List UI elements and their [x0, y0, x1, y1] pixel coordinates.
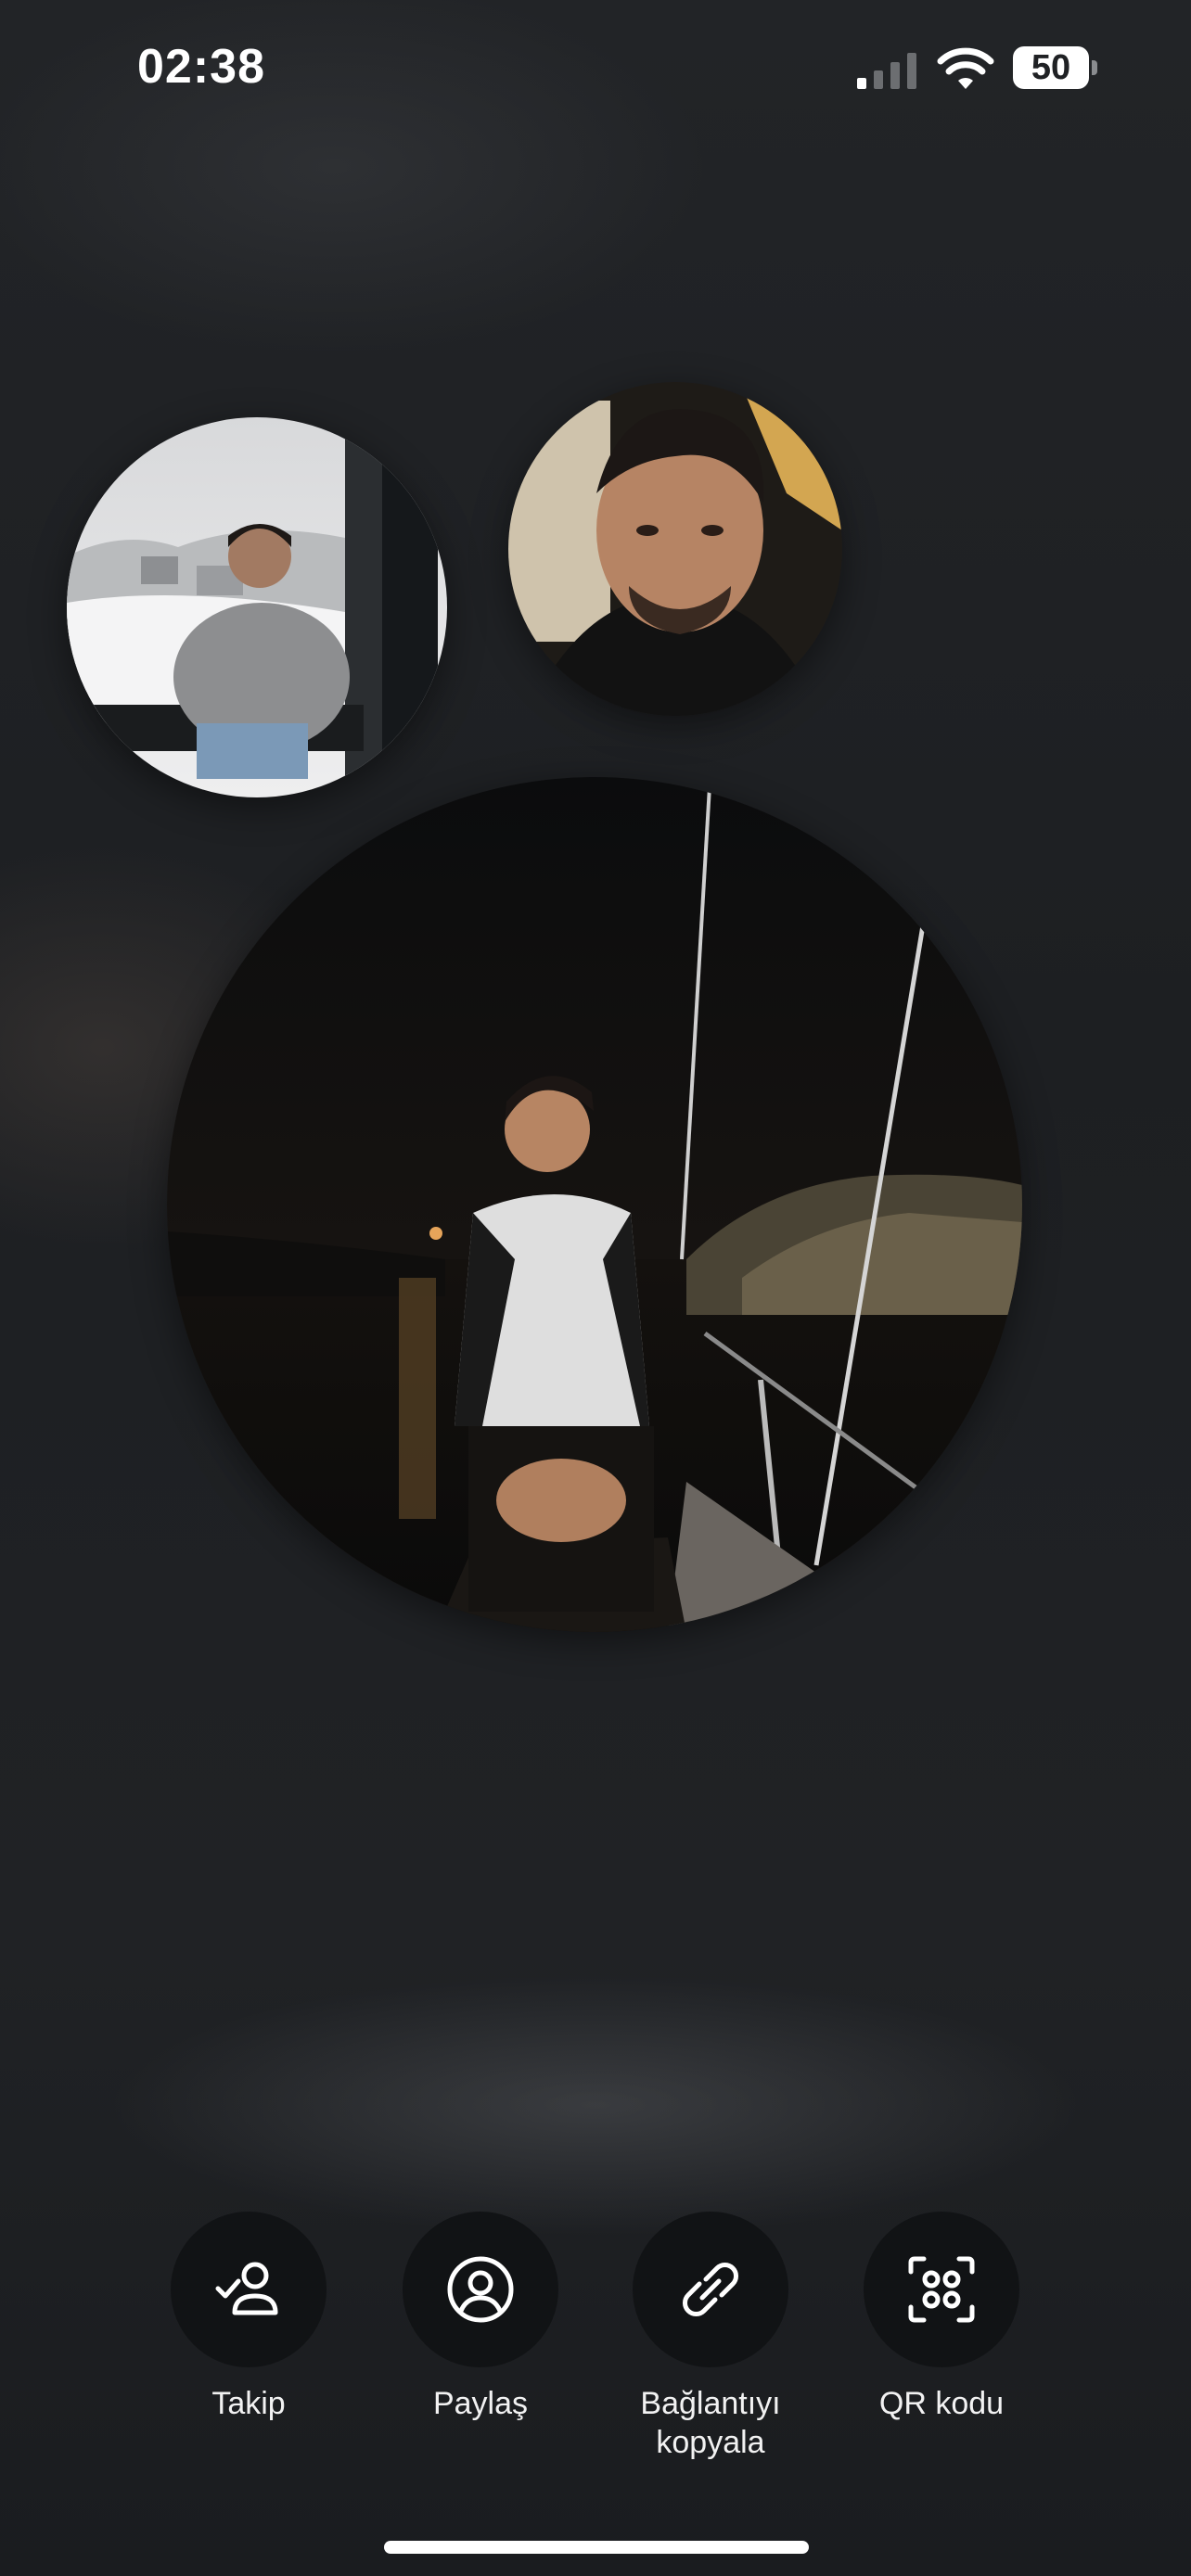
copy-link-action[interactable]: Bağlantıyı kopyala: [604, 2212, 817, 2462]
avatar-boat-night: [167, 777, 1022, 1632]
home-indicator[interactable]: [384, 2541, 809, 2554]
person-check-icon: [215, 2262, 278, 2315]
share-button[interactable]: [403, 2212, 558, 2367]
profile-share-screen: 02:38 50 Takip Paylaş Bağlantıyı kopyala…: [0, 0, 1191, 2576]
wifi-icon: [937, 47, 994, 89]
avatar-snowy-window: [67, 417, 447, 797]
copy-link-label: Bağlantıyı kopyala: [640, 2386, 781, 2460]
qr-code-button[interactable]: [864, 2212, 1019, 2367]
qr-code-icon: [908, 2256, 975, 2323]
qr-code-action[interactable]: QR kodu: [835, 2212, 1048, 2423]
copy-link-button[interactable]: [633, 2212, 788, 2367]
follow-action[interactable]: Takip: [142, 2212, 355, 2423]
follow-button[interactable]: [171, 2212, 327, 2367]
share-action[interactable]: Paylaş: [374, 2212, 587, 2423]
follow-label: Takip: [211, 2386, 286, 2421]
profile-circle-icon: [447, 2256, 514, 2323]
avatar-selfie: [508, 382, 842, 716]
share-label: Paylaş: [432, 2386, 529, 2421]
battery-cap: [1092, 60, 1097, 75]
qr-code-label: QR kodu: [878, 2386, 1005, 2421]
link-icon: [683, 2263, 738, 2316]
battery-level: 50: [1031, 48, 1071, 87]
battery-icon: 50: [1013, 46, 1097, 89]
signal-icon: [857, 53, 916, 89]
status-time: 02:38: [137, 40, 265, 94]
